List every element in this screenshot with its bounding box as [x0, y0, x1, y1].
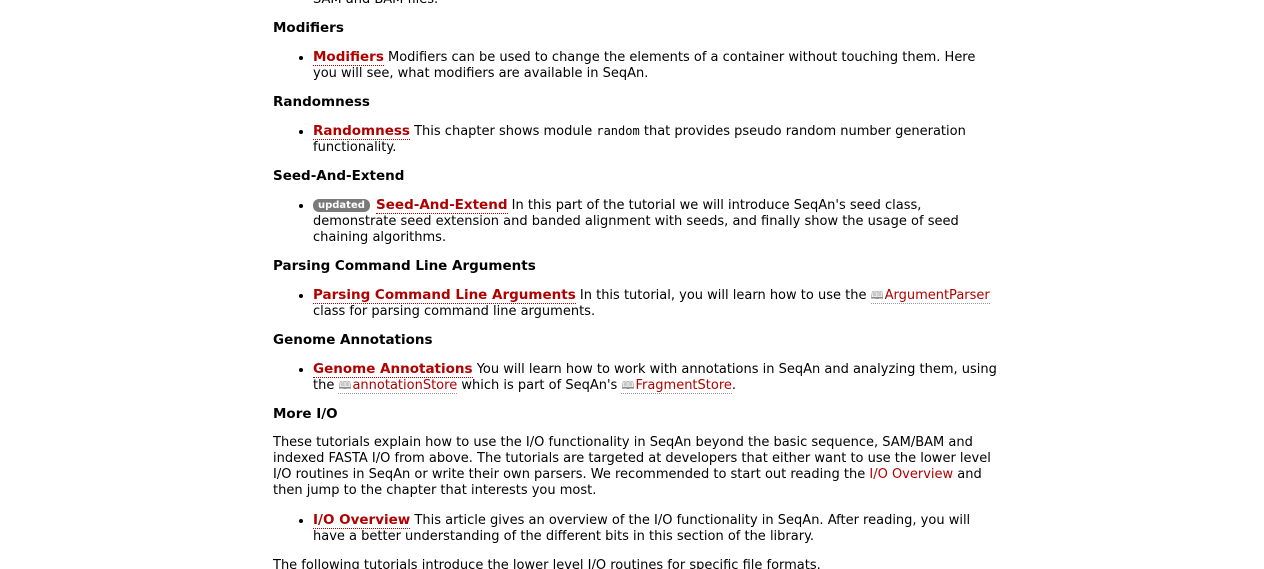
heading-randomness: Randomness	[273, 94, 370, 110]
genome-annotations-link[interactable]: Genome Annotations	[313, 361, 473, 378]
genome-description-end: .	[731, 378, 737, 393]
book-icon: 🕮	[870, 289, 884, 302]
annotation-store-link[interactable]: 🕮annotationStore	[338, 378, 458, 394]
randomness-description-start: This chapter shows module	[414, 124, 593, 139]
following-tutorials-text: The following tutorials introduce the lo…	[273, 558, 821, 569]
genome-description-middle: which is part of SeqAn's	[461, 378, 618, 393]
heading-parsing-arguments: Parsing Command Line Arguments	[273, 258, 536, 274]
list-item: Genome Annotations You will learn how to…	[313, 361, 1003, 394]
heading-more-io: More I/O	[273, 406, 338, 422]
parsing-arguments-link[interactable]: Parsing Command Line Arguments	[313, 287, 576, 304]
more-io-paragraph: These tutorials explain how to use the I…	[273, 435, 1003, 499]
list-more-io: I/O Overview This article gives an overv…	[273, 512, 1003, 545]
randomness-description-end: that provides pseudo random number gener…	[313, 124, 966, 155]
parsing-description-start: In this tutorial, you will learn how to …	[579, 288, 867, 303]
list-item: I/O Overview This article gives an overv…	[313, 512, 1003, 545]
list-item: Parsing Command Line Arguments In this t…	[313, 287, 1003, 320]
parsing-description-end: class for parsing command line arguments…	[313, 304, 596, 319]
heading-modifiers: Modifiers	[273, 20, 344, 36]
list-genome-annotations: Genome Annotations You will learn how to…	[273, 361, 1003, 394]
io-overview-link[interactable]: I/O Overview	[313, 512, 411, 529]
annotation-store-label: annotationStore	[352, 378, 458, 393]
list-parsing-arguments: Parsing Command Line Arguments In this t…	[273, 287, 1003, 320]
heading-genome-annotations: Genome Annotations	[273, 332, 433, 348]
modifiers-link[interactable]: Modifiers	[313, 49, 384, 66]
updated-badge: updated	[313, 199, 370, 212]
heading-seed-and-extend: Seed-And-Extend	[273, 168, 405, 184]
fragment-store-link[interactable]: 🕮FragmentStore	[621, 378, 732, 394]
io-overview-inline-link[interactable]: I/O Overview	[869, 467, 953, 482]
book-icon: 🕮	[338, 379, 352, 392]
modifiers-description: Modifiers can be used to change the elem…	[313, 50, 976, 81]
list-item: updated Seed-And-Extend In this part of …	[313, 197, 1003, 246]
list-randomness: Randomness This chapter shows module ran…	[273, 123, 1003, 156]
list-seed-and-extend: updated Seed-And-Extend In this part of …	[273, 197, 1003, 246]
fragment-store-label: FragmentStore	[635, 378, 732, 393]
random-module-code: random	[596, 124, 640, 138]
list-item: Modifiers Modifiers can be used to chang…	[313, 49, 1003, 82]
book-icon: 🕮	[621, 379, 635, 392]
randomness-link[interactable]: Randomness	[313, 123, 410, 140]
argument-parser-link[interactable]: 🕮ArgumentParser	[870, 288, 990, 304]
list-item: Randomness This chapter shows module ran…	[313, 123, 1003, 156]
argument-parser-label: ArgumentParser	[884, 288, 990, 303]
previous-item-fragment: SAM and BAM files.	[273, 0, 1003, 8]
list-modifiers: Modifiers Modifiers can be used to chang…	[273, 49, 1003, 82]
seed-and-extend-link[interactable]: Seed-And-Extend	[376, 197, 508, 214]
io-overview-description: This article gives an overview of the I/…	[313, 513, 971, 544]
main-content: SAM and BAM files. Modifiers Modifiers M…	[273, 0, 1003, 569]
